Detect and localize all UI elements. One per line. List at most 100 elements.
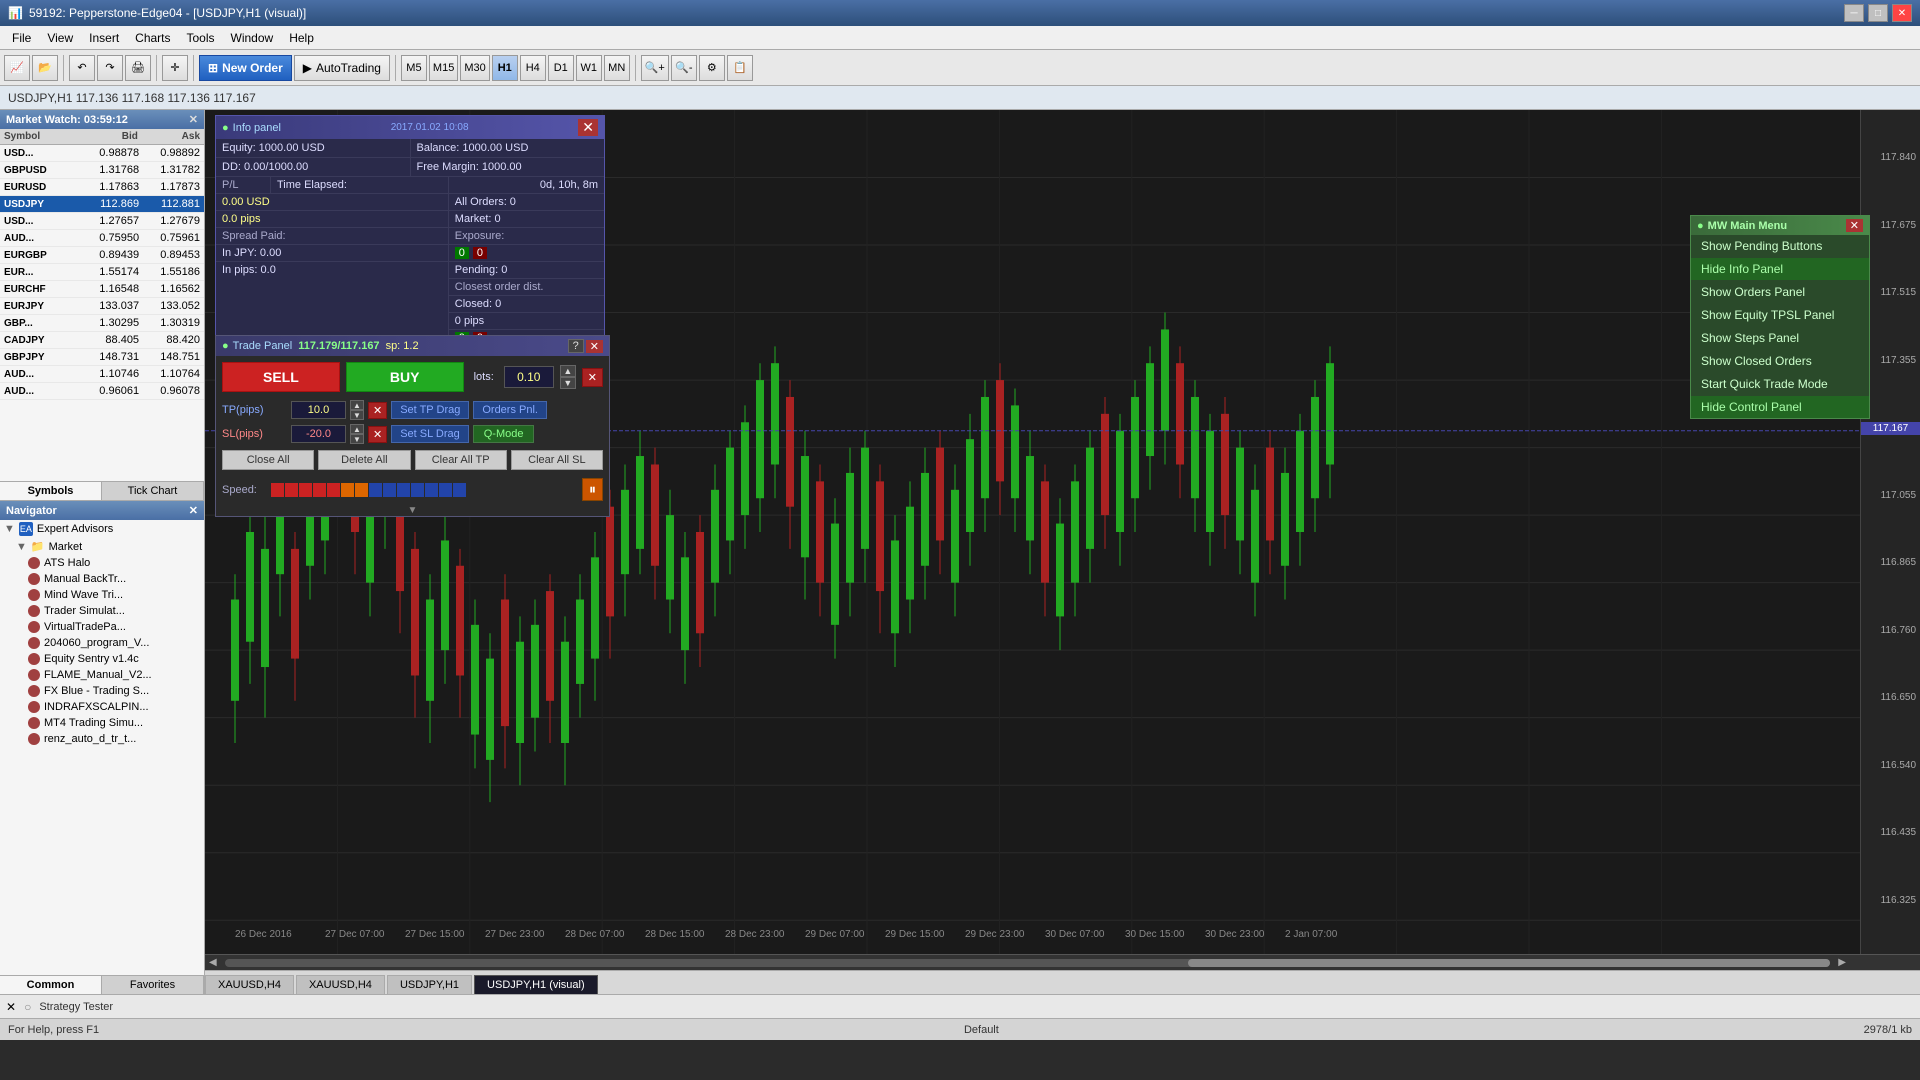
menu-view[interactable]: View [39,29,81,47]
mw-row-cadjpy[interactable]: CADJPY 88.405 88.420 [0,332,204,349]
set-sl-drag-button[interactable]: Set SL Drag [391,425,469,443]
buy-button[interactable]: BUY [346,362,464,392]
mw-menu-item-hide-control[interactable]: Hide Control Panel [1691,396,1869,418]
sell-button[interactable]: SELL [222,362,340,392]
back-button[interactable]: ↶ [69,55,95,81]
chart-scrollbar[interactable]: ◀ ▶ [205,954,1920,970]
mw-row-eurjpy[interactable]: EURJPY 133.037 133.052 [0,298,204,315]
nav-item-virtualtrade[interactable]: VirtualTradePa... [0,619,204,635]
tp-input[interactable] [291,401,346,419]
mw-menu-item-show-pending[interactable]: Show Pending Buttons [1691,235,1869,258]
mw-row-usd2[interactable]: USD... 1.27657 1.27679 [0,213,204,230]
mw-menu-item-show-equity-tpsl[interactable]: Show Equity TPSL Panel [1691,304,1869,327]
mw-row-aud2[interactable]: AUD... 1.10746 1.10764 [0,366,204,383]
tab-xauusd-h4-2[interactable]: XAUUSD,H4 [296,975,385,994]
sl-up-button[interactable]: ▲ [350,424,364,434]
nav-item-ats-halo[interactable]: ATS Halo [0,555,204,571]
mw-menu-item-show-orders[interactable]: Show Orders Panel [1691,281,1869,304]
mw-row-eur1[interactable]: EUR... 1.55174 1.55186 [0,264,204,281]
tab-tick-chart[interactable]: Tick Chart [102,482,204,500]
tab-usdjpy-h1-visual[interactable]: USDJPY,H1 (visual) [474,975,598,994]
scroll-right-arrow[interactable]: ▶ [1834,957,1850,968]
nav-item-fxblue[interactable]: FX Blue - Trading S... [0,683,204,699]
trade-panel-expand[interactable]: ▼ [216,505,609,516]
open-button[interactable]: 📂 [32,55,58,81]
nav-item-mt4trading[interactable]: MT4 Trading Simu... [0,715,204,731]
orders-pnl-button[interactable]: Orders Pnl. [473,401,547,419]
crosshair-button[interactable]: ✛ [162,55,188,81]
tf-m15[interactable]: M15 [429,55,458,81]
lots-down-button[interactable]: ▼ [560,377,576,389]
mw-menu-close[interactable]: ✕ [1846,219,1863,232]
menu-window[interactable]: Window [223,29,282,47]
nav-tab-favorites[interactable]: Favorites [102,976,204,994]
tp-clear-button[interactable]: ✕ [368,402,387,419]
menu-help[interactable]: Help [281,29,322,47]
mw-menu-item-start-quick[interactable]: Start Quick Trade Mode [1691,373,1869,396]
new-order-button[interactable]: ⊞ New Order [199,55,292,81]
tp-down-button[interactable]: ▼ [350,410,364,420]
mw-row-gbpjpy[interactable]: GBPJPY 148.731 148.751 [0,349,204,366]
tf-d1[interactable]: D1 [548,55,574,81]
set-tp-drag-button[interactable]: Set TP Drag [391,401,469,419]
trade-close-button[interactable]: ✕ [586,340,603,353]
nav-market-folder[interactable]: ▼ 📁 Market [0,538,204,555]
tf-h4[interactable]: H4 [520,55,546,81]
mw-menu-item-show-steps[interactable]: Show Steps Panel [1691,327,1869,350]
market-watch-close[interactable]: ✕ [189,113,198,126]
close-all-button[interactable]: Close All [222,450,314,470]
nav-item-manual-backtr[interactable]: Manual BackTr... [0,571,204,587]
trade-help-button[interactable]: ? [568,339,584,353]
chart-container[interactable]: 26 Dec 2016 27 Dec 07:00 27 Dec 15:00 27… [205,110,1920,954]
mw-row-eurgbp[interactable]: EURGBP 0.89439 0.89453 [0,247,204,264]
mw-row-usdjpy[interactable]: USDJPY 112.869 112.881 [0,196,204,213]
strategy-tester-toggle[interactable]: ✕ [6,1000,16,1014]
tf-h1[interactable]: H1 [492,55,518,81]
sl-input[interactable] [291,425,346,443]
menu-charts[interactable]: Charts [127,29,178,47]
mw-row-gbp1[interactable]: GBP... 1.30295 1.30319 [0,315,204,332]
menu-insert[interactable]: Insert [81,29,127,47]
maximize-button[interactable]: □ [1868,4,1888,22]
template-button[interactable]: 📋 [727,55,753,81]
menu-file[interactable]: File [4,29,39,47]
strategy-tester-checkbox[interactable]: ○ [24,1000,31,1014]
sl-clear-button[interactable]: ✕ [368,426,387,443]
nav-item-flame[interactable]: FLAME_Manual_V2... [0,667,204,683]
sl-down-button[interactable]: ▼ [350,434,364,444]
nav-item-indrafxscalping[interactable]: INDRAFXSCALPIN... [0,699,204,715]
mw-menu-item-hide-info[interactable]: Hide Info Panel [1691,258,1869,281]
scroll-thumb[interactable] [1188,959,1830,967]
forward-button[interactable]: ↷ [97,55,123,81]
zoom-in-button[interactable]: 🔍+ [641,55,669,81]
properties-button[interactable]: ⚙ [699,55,725,81]
q-mode-button[interactable]: Q-Mode [473,425,535,443]
nav-item-mind-wave[interactable]: Mind Wave Tri... [0,587,204,603]
auto-trading-button[interactable]: ▶ AutoTrading [294,55,390,81]
scroll-left-arrow[interactable]: ◀ [205,957,221,968]
nav-item-equity-sentry[interactable]: Equity Sentry v1.4c [0,651,204,667]
mw-row-eurusd[interactable]: EURUSD 1.17863 1.17873 [0,179,204,196]
menu-tools[interactable]: Tools [179,29,223,47]
mw-row-usd1[interactable]: USD... 0.98878 0.98892 [0,145,204,162]
delete-all-button[interactable]: Delete All [318,450,410,470]
nav-item-trader-sim[interactable]: Trader Simulat... [0,603,204,619]
lots-up-button[interactable]: ▲ [560,365,576,377]
tf-m5[interactable]: M5 [401,55,427,81]
navigator-close[interactable]: ✕ [189,504,198,517]
tf-m30[interactable]: M30 [460,55,489,81]
minimize-button[interactable]: ─ [1844,4,1864,22]
info-panel-close[interactable]: ✕ [578,119,598,136]
lots-clear-button[interactable]: ✕ [582,368,603,387]
nav-item-renz[interactable]: renz_auto_d_tr_t... [0,731,204,747]
tab-xauusd-h4-1[interactable]: XAUUSD,H4 [205,975,294,994]
tf-mn[interactable]: MN [604,55,630,81]
clear-tp-button[interactable]: Clear All TP [415,450,507,470]
tp-up-button[interactable]: ▲ [350,400,364,410]
nav-tab-common[interactable]: Common [0,976,102,994]
tab-symbols[interactable]: Symbols [0,482,102,500]
zoom-out-button[interactable]: 🔍- [671,55,697,81]
mw-row-eurchf[interactable]: EURCHF 1.16548 1.16562 [0,281,204,298]
tab-usdjpy-h1[interactable]: USDJPY,H1 [387,975,472,994]
speed-pause-button[interactable]: ⏸ [582,478,603,501]
